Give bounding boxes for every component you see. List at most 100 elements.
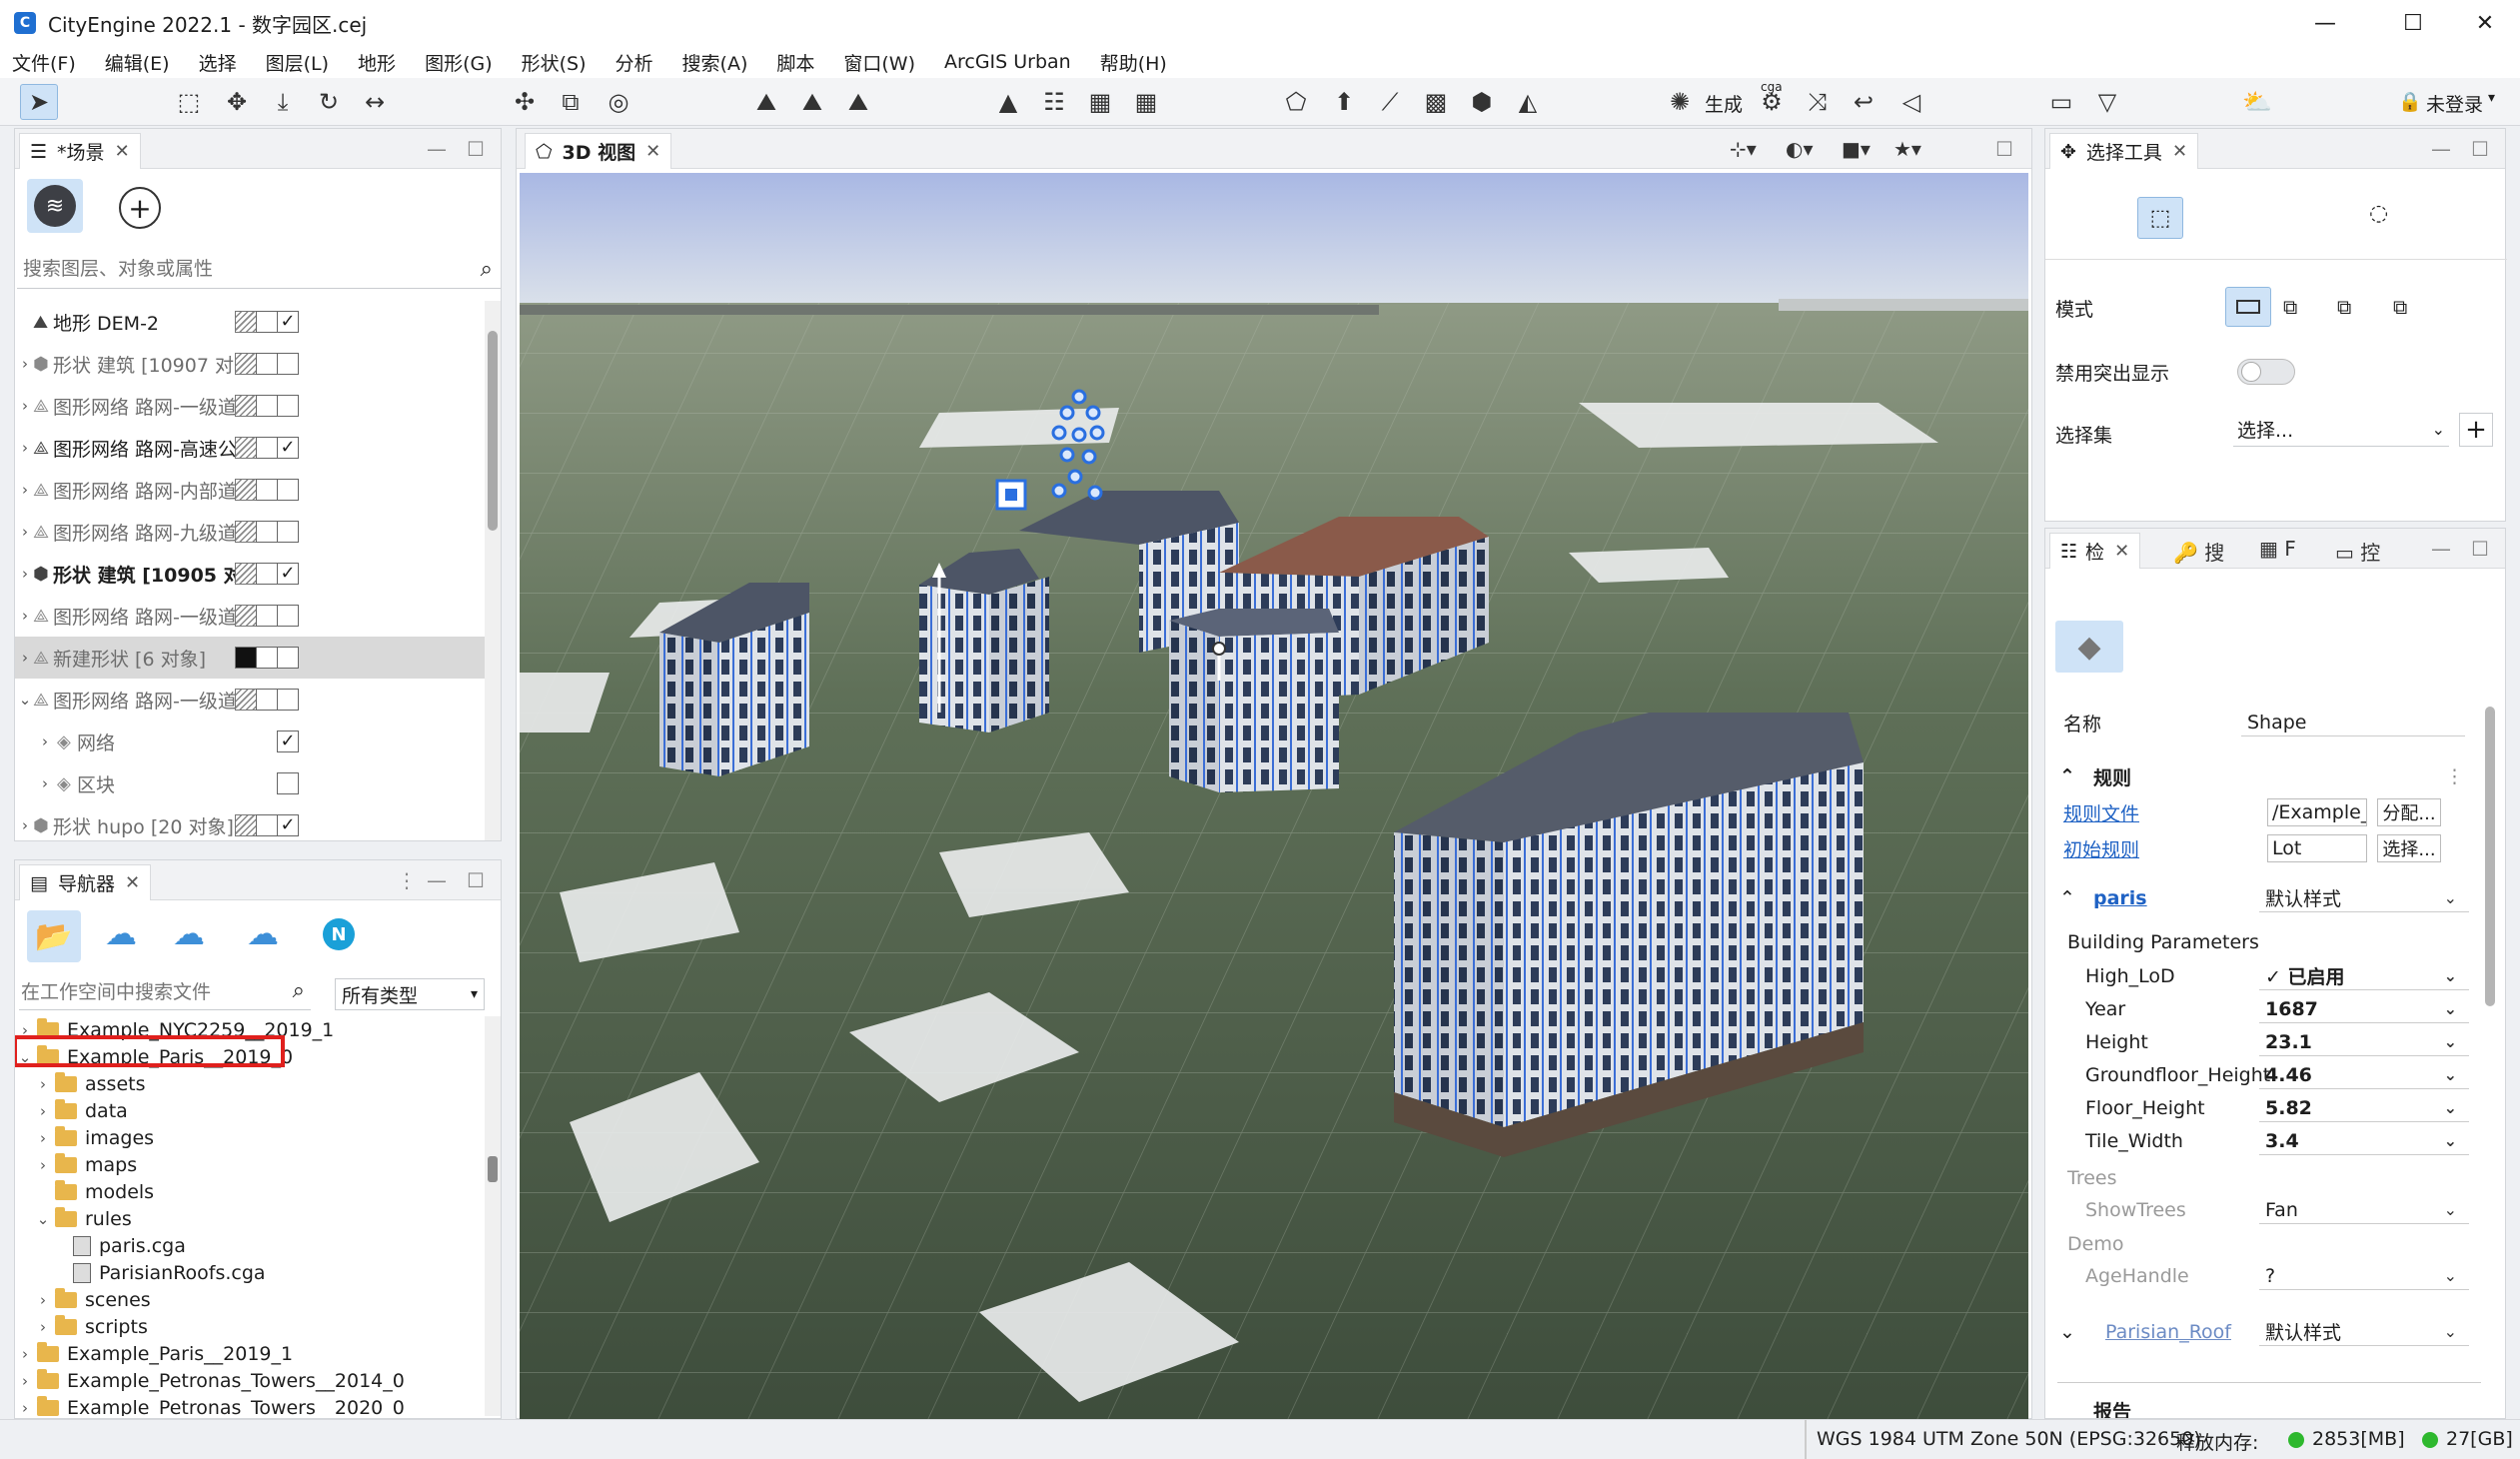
scroll-thumb[interactable] [488,331,498,531]
folder-item[interactable]: ⌄ rules [35,1205,132,1232]
chevron-right-icon[interactable]: › [35,1318,51,1336]
layer-hatch-icon[interactable] [235,437,257,459]
chevron-right-icon[interactable]: › [37,732,53,750]
move-icon[interactable]: ✥ [218,84,256,120]
chevron-down-icon[interactable]: ⌄ [17,691,33,709]
layer-visible-checkbox[interactable] [277,772,299,794]
minimize-button[interactable]: — [2290,0,2360,46]
extrude-icon[interactable]: ⬆ [1325,84,1363,120]
layer-lock-checkbox[interactable] [256,689,278,711]
maximize-panel-icon[interactable]: ☐ [467,137,485,161]
chevron-right-icon[interactable]: › [17,1399,33,1417]
chevron-right-icon[interactable]: › [17,1372,33,1390]
rotate-icon[interactable]: ↻ [310,84,348,120]
tab-console[interactable]: ▭ 控 [2335,537,2380,566]
layer-row[interactable]: ›⟁图形网络 路网-高速公路 [1874 对象] ✓ [15,427,485,469]
layer-row[interactable]: ›⬢形状 建筑 [10905 对象, 6 已选] ✓ [15,553,485,595]
tab-f[interactable]: ▦ F [2259,537,2296,561]
mode-intersect-icon[interactable]: ⧉ [2393,295,2407,319]
showtrees-select[interactable]: Fan ⌄ [2259,1196,2469,1224]
shape-align-icon[interactable]: ◭ [1509,84,1547,120]
rule-file-value[interactable]: /Example_P [2267,798,2367,826]
chevron-right-icon[interactable]: › [35,1075,51,1093]
chevron-right-icon[interactable]: › [17,649,33,667]
layer-hatch-icon[interactable] [235,311,257,333]
street-align-icon[interactable]: ▦ [1081,84,1119,120]
workspace-folder-button[interactable]: 📂 [27,910,81,962]
chevron-up-icon[interactable]: ⌃ [2059,887,2075,909]
layer-row[interactable]: ›⟁图形网络 路网-内部道路 [747 对象] [15,469,485,511]
param-value-select[interactable]: 1687 ⌄ [2259,995,2469,1023]
select-rule-icon[interactable]: ◁ [1892,84,1930,120]
bookmark-star-icon[interactable]: ★▾ [1893,137,1921,161]
chevron-right-icon[interactable]: › [17,481,33,499]
project-item[interactable]: › Example_Paris__2019_1 [17,1340,293,1367]
nav-scrollbar[interactable] [485,1016,501,1416]
generate-label[interactable]: 生成 [1705,90,1743,117]
select-rule-button[interactable]: 选择... [2377,834,2441,862]
layer-visible-checkbox[interactable]: ✓ [277,730,299,752]
menu-analysis[interactable]: 分析 [616,49,653,76]
texture-icon[interactable]: ▩ [1417,84,1455,120]
ruler-icon[interactable]: ▭ [2042,84,2080,120]
folder-item[interactable]: › scenes [35,1286,151,1313]
layer-hatch-icon[interactable] [235,353,257,375]
layer-hatch-icon[interactable] [235,689,257,711]
mode-add-icon[interactable]: ⧉ [2283,295,2297,319]
view-settings-icon[interactable]: ◐▾ [1786,137,1814,161]
orbit-icon[interactable]: ◎ [600,84,637,120]
selection-set-select[interactable]: 选择... ⌄ [2233,413,2449,447]
layer-row[interactable]: › ◈ 区块 [15,762,485,804]
layer-row[interactable]: › ◈ 网络 ✓ [15,721,485,762]
minimize-panel-icon[interactable]: — [2431,537,2451,561]
layer-lock-checkbox[interactable] [256,479,278,501]
layer-row[interactable]: ⌄⟁图形网络 路网-一级道路 粘贴 [21489 [15,679,485,721]
report-header[interactable]: 报告 [2045,1394,2505,1419]
layer-lock-checkbox[interactable] [256,311,278,333]
file-item[interactable]: paris.cga [53,1232,186,1259]
project-item[interactable]: ⌄ Example_Paris__2019_0 [15,1035,293,1070]
disable-highlight-toggle[interactable] [2237,359,2295,385]
chevron-right-icon[interactable]: › [35,1129,51,1147]
chevron-right-icon[interactable]: › [17,355,33,373]
type-filter-select[interactable]: 所有类型 ▾ [335,978,485,1010]
minimize-panel-icon[interactable]: — [427,868,447,892]
chevron-right-icon[interactable]: › [17,816,33,834]
param-value-select[interactable]: ✓ 已启用 ⌄ [2259,962,2469,990]
menu-shape[interactable]: 形状(S) [522,49,587,76]
layer-scrollbar[interactable] [485,301,501,840]
project-item[interactable]: › Example_Petronas_Towers__2020_0 [17,1394,405,1416]
layer-row[interactable]: ⛰ 地形 DEM-2 ✓ [15,301,485,343]
menu-help[interactable]: 帮助(H) [1100,49,1167,76]
file-item[interactable]: ParisianRoofs.cga [53,1259,266,1286]
visibility-icon[interactable]: ▽ [2088,84,2126,120]
scene-search-input[interactable] [17,253,457,285]
chevron-right-icon[interactable]: › [17,439,33,457]
cga-rule-icon[interactable]: ⚙ [1753,84,1791,120]
generate-icon[interactable]: ✺ [1661,84,1699,120]
layer-visible-checkbox[interactable] [277,521,299,543]
tab-navigator[interactable]: ▤ 导航器 ✕ [19,864,152,900]
layer-visible-checkbox[interactable] [277,689,299,711]
menu-window[interactable]: 窗口(W) [843,49,915,76]
layer-visible-checkbox[interactable]: ✓ [277,814,299,836]
chevron-right-icon[interactable]: › [37,774,53,792]
layer-lock-checkbox[interactable] [256,395,278,417]
roof-label[interactable]: Parisian_Roof [2105,1321,2231,1343]
rule-file-label[interactable]: 规则文件 [2063,799,2139,826]
layer-row[interactable]: › ⬢ 形状 hupo [20 对象] ✓ [15,804,485,840]
layer-hatch-icon[interactable] [235,605,257,627]
menu-arcgis-urban[interactable]: ArcGIS Urban [944,51,1071,73]
layer-lock-checkbox[interactable] [256,353,278,375]
minimize-panel-icon[interactable]: — [2431,137,2451,161]
maximize-panel-icon[interactable]: ☐ [2471,137,2489,161]
layer-visible-checkbox[interactable] [277,353,299,375]
close-icon[interactable]: ✕ [115,141,130,162]
menu-terrain[interactable]: 地形 [358,49,396,76]
select-tool-icon[interactable]: ➤ [20,84,58,120]
layer-row[interactable]: › ⟁ 新建形状 [6 对象] [15,637,485,679]
folder-item[interactable]: › data [35,1097,128,1124]
login-chevron-icon[interactable]: ▾ [2488,90,2495,106]
weather-icon[interactable]: ⛅ [2238,84,2276,120]
folder-item[interactable]: › images [35,1124,154,1151]
